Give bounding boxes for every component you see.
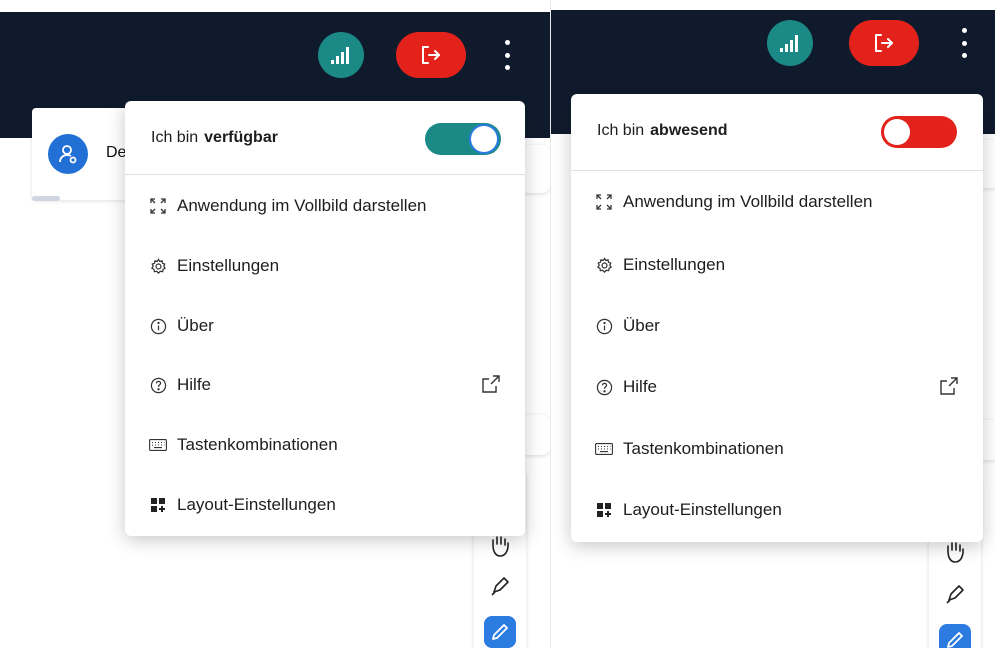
fullscreen-icon xyxy=(149,197,167,215)
tool-pen-active[interactable] xyxy=(484,616,516,648)
toggle-knob xyxy=(884,119,910,145)
menu-item-help[interactable]: Hilfe xyxy=(125,360,525,410)
keyboard-icon xyxy=(149,436,167,454)
user-avatar xyxy=(48,134,88,174)
menu-item-layout[interactable]: Layout-Einstellungen xyxy=(125,480,525,530)
external-link-icon xyxy=(482,375,500,393)
status-label: Ich bin verfügbar xyxy=(151,129,278,146)
menu-item-fullscreen[interactable]: Anwendung im Vollbild darstellen xyxy=(125,181,525,231)
availability-toggle[interactable] xyxy=(425,123,501,155)
info-icon xyxy=(595,317,613,335)
menu-item-layout[interactable]: Layout-Einstellungen xyxy=(571,485,983,535)
user-settings-icon xyxy=(59,145,77,164)
layout-icon xyxy=(149,496,167,514)
logout-icon xyxy=(422,46,440,64)
menu-item-about[interactable]: Über xyxy=(571,301,983,351)
menu-item-help[interactable]: Hilfe xyxy=(571,362,983,412)
pen-icon xyxy=(947,632,963,648)
options-menu: Ich bin verfügbar Anwendung im Vollbild d… xyxy=(125,101,525,536)
tool-marker[interactable] xyxy=(484,570,516,602)
signal-bars-icon xyxy=(780,35,798,52)
fullscreen-icon xyxy=(595,193,613,211)
menu-item-about[interactable]: Über xyxy=(125,301,525,351)
scroll-indicator xyxy=(32,196,60,201)
tool-marker[interactable] xyxy=(939,578,971,610)
leave-meeting-button[interactable] xyxy=(396,32,466,78)
availability-toggle[interactable] xyxy=(881,116,957,148)
info-icon xyxy=(149,317,167,335)
options-menu: Ich bin abwesend Anwendung im Vollbild da… xyxy=(571,94,983,542)
external-link-icon xyxy=(940,377,958,395)
gear-icon xyxy=(595,256,613,274)
user-name: De xyxy=(106,144,127,161)
help-icon xyxy=(595,378,613,396)
marker-icon xyxy=(946,585,964,604)
marker-icon xyxy=(491,577,509,596)
menu-item-fullscreen[interactable]: Anwendung im Vollbild darstellen xyxy=(571,177,983,227)
menu-divider xyxy=(125,174,525,175)
toggle-knob xyxy=(471,126,497,152)
panel-available: De Ich bin verfügbar Anwendung im Vollbi… xyxy=(0,0,550,648)
help-icon xyxy=(149,376,167,394)
more-options-button[interactable] xyxy=(500,40,514,70)
more-options-button[interactable] xyxy=(957,28,971,58)
gear-icon xyxy=(149,257,167,275)
menu-item-settings[interactable]: Einstellungen xyxy=(125,241,525,291)
connection-status-button[interactable] xyxy=(318,32,364,78)
pen-icon xyxy=(492,624,508,640)
tool-pen-active[interactable] xyxy=(939,624,971,648)
connection-status-button[interactable] xyxy=(767,20,813,66)
menu-item-shortcuts[interactable]: Tastenkombinationen xyxy=(125,420,525,470)
menu-item-shortcuts[interactable]: Tastenkombinationen xyxy=(571,424,983,474)
signal-bars-icon xyxy=(331,47,349,64)
logout-icon xyxy=(875,34,893,52)
status-value: abwesend xyxy=(650,122,728,139)
status-label: Ich bin abwesend xyxy=(597,122,728,139)
hand-icon xyxy=(947,542,964,563)
status-row: Ich bin verfügbar xyxy=(125,101,525,173)
status-row: Ich bin abwesend xyxy=(571,94,983,166)
panel-away: Ich bin abwesend Anwendung im Vollbild da… xyxy=(551,0,995,648)
status-value: verfügbar xyxy=(204,129,278,146)
layout-icon xyxy=(595,501,613,519)
menu-divider xyxy=(571,170,983,171)
keyboard-icon xyxy=(595,440,613,458)
leave-meeting-button[interactable] xyxy=(849,20,919,66)
hand-icon xyxy=(492,536,509,557)
menu-item-settings[interactable]: Einstellungen xyxy=(571,240,983,290)
